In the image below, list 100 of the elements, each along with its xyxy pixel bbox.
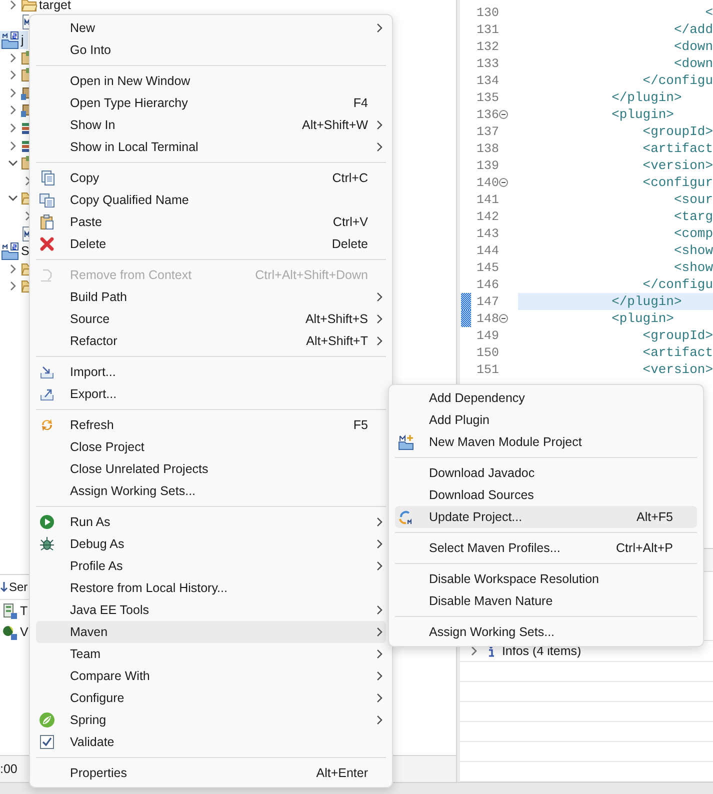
bug-icon: [39, 536, 55, 552]
code-line: <down: [674, 56, 713, 71]
menu-item[interactable]: Import...: [36, 361, 386, 383]
menu-item[interactable]: Go Into: [36, 39, 386, 61]
line-number: 151: [475, 362, 499, 376]
line-number: 149: [475, 328, 499, 342]
menu-item[interactable]: Source Alt+Shift+S: [36, 308, 386, 330]
menu-item[interactable]: Spring: [36, 709, 386, 731]
submenu-item[interactable]: New Maven Module Project: [395, 431, 697, 453]
line-number: 139: [475, 158, 499, 172]
menu-item[interactable]: Run As: [36, 511, 386, 533]
line-number: 140: [475, 176, 499, 190]
package-folder-icon: [21, 155, 29, 172]
code-line: <version>: [642, 158, 713, 173]
menu-item[interactable]: Copy Qualified Name: [36, 189, 386, 211]
submenu-item[interactable]: Select Maven Profiles... Ctrl+Alt+P: [395, 537, 697, 559]
code-line: <groupId>: [642, 124, 713, 139]
code-line: <plugin>: [612, 107, 674, 122]
delete-icon: [39, 236, 55, 252]
menu-item[interactable]: Configure: [36, 687, 386, 709]
server-label[interactable]: V: [20, 624, 28, 638]
code-line: <show: [674, 260, 713, 275]
line-number: 148: [475, 312, 499, 326]
menu-item[interactable]: Maven: [36, 621, 386, 643]
menu-item[interactable]: Assign Working Sets...: [36, 480, 386, 502]
code-line: <comp: [674, 226, 713, 241]
submenu-item[interactable]: Assign Working Sets...: [395, 621, 697, 643]
menu-item[interactable]: Copy Ctrl+C: [36, 167, 386, 189]
line-number: 142: [475, 210, 499, 224]
line-number: 143: [475, 226, 499, 240]
run-icon: [39, 514, 55, 530]
submenu-item[interactable]: Download Sources: [395, 484, 697, 506]
collapse-icon[interactable]: [499, 178, 508, 187]
menu-item[interactable]: Team: [36, 643, 386, 665]
menu-item[interactable]: Validate: [36, 731, 386, 753]
submenu-item[interactable]: Add Plugin: [395, 409, 697, 431]
menu-item[interactable]: Open Type Hierarchy F4: [36, 92, 386, 114]
code-line: <artifact: [642, 141, 713, 156]
submenu-item[interactable]: Disable Maven Nature: [395, 590, 697, 612]
line-number: 141: [475, 192, 499, 206]
submenu-item[interactable]: Add Dependency: [395, 387, 697, 409]
menu-item[interactable]: Build Path: [36, 286, 386, 308]
code-line: </configu: [642, 73, 713, 88]
code-line: <sour: [674, 192, 713, 207]
menu-item[interactable]: Close Unrelated Projects: [36, 458, 386, 480]
paste-icon: [39, 214, 55, 230]
menu-item[interactable]: Export...: [36, 383, 386, 405]
spring-server-icon: [2, 624, 18, 640]
collapse-icon[interactable]: [499, 314, 508, 323]
tree-item-label[interactable]: j: [21, 32, 24, 47]
servers-tab[interactable]: Ser: [0, 580, 28, 594]
menu-item[interactable]: Refactor Alt+Shift+T: [36, 330, 386, 352]
status-text: :00: [0, 762, 18, 776]
line-number: 133: [475, 56, 499, 70]
code-line: </add: [674, 22, 713, 37]
line-number: 150: [475, 346, 499, 360]
menu-item[interactable]: Open in New Window: [36, 70, 386, 92]
submenu-item[interactable]: Download Javadoc: [395, 462, 697, 484]
line-number: 134: [475, 74, 499, 88]
menu-item[interactable]: Debug As: [36, 533, 386, 555]
menu-item[interactable]: Refresh F5: [36, 414, 386, 436]
menu-item[interactable]: Show In Alt+Shift+W: [36, 114, 386, 136]
code-line: </plugin>: [612, 90, 682, 105]
menu-item[interactable]: Compare With: [36, 665, 386, 687]
tree-item-label[interactable]: target: [39, 0, 71, 12]
code-line: </plugin>: [612, 294, 682, 309]
line-number: 135: [475, 90, 499, 104]
menu-item[interactable]: Properties Alt+Enter: [36, 762, 386, 784]
line-number: 144: [475, 244, 499, 258]
code-line: <targ: [674, 209, 713, 224]
code-line: <artifact: [642, 345, 713, 360]
folder-icon: [21, 190, 29, 206]
menu-item[interactable]: Close Project: [36, 436, 386, 458]
refresh-icon: [39, 417, 55, 433]
menu-item[interactable]: Paste Ctrl+V: [36, 211, 386, 233]
line-number: 147: [475, 294, 499, 308]
code-line: <groupId>: [642, 328, 713, 343]
line-number: 136: [475, 108, 499, 122]
tree-row-selection[interactable]: j: [0, 31, 28, 49]
line-number: 132: [475, 40, 499, 54]
code-line: <: [705, 5, 713, 20]
server-label[interactable]: T: [20, 604, 28, 618]
menu-item[interactable]: Profile As: [36, 555, 386, 577]
line-number: 137: [475, 124, 499, 138]
menu-item[interactable]: Java EE Tools: [36, 599, 386, 621]
tree-item-label[interactable]: S: [21, 244, 30, 258]
leaf-icon: [39, 712, 55, 728]
menu-item[interactable]: Delete Delete: [36, 233, 386, 255]
submenu-item[interactable]: Update Project... Alt+F5: [395, 506, 697, 528]
code-line: <plugin>: [612, 311, 674, 326]
menu-item[interactable]: Restore from Local History...: [36, 577, 386, 599]
line-number: 146: [475, 278, 499, 292]
submenu-item[interactable]: Disable Workspace Resolution: [395, 568, 697, 590]
download-arrow-icon: [0, 581, 8, 593]
line-number: 145: [475, 260, 499, 274]
menu-item[interactable]: New: [36, 17, 386, 39]
menu-item[interactable]: Show in Local Terminal: [36, 136, 386, 158]
collapse-icon[interactable]: [499, 110, 508, 119]
code-line: </configu: [642, 277, 713, 292]
code-line: <show: [674, 243, 713, 258]
